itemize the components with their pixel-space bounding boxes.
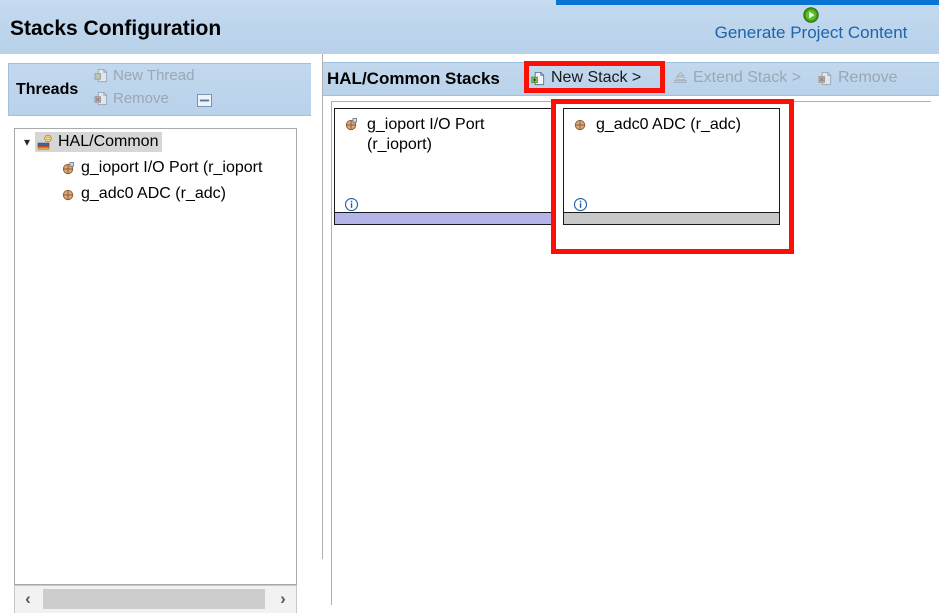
- remove-stack-label: Remove: [838, 69, 898, 86]
- module-icon: [574, 119, 586, 131]
- tree-item-hal-common-label: HAL/Common: [58, 133, 159, 150]
- module-icon: [62, 189, 74, 200]
- remove-thread-label: Remove: [113, 90, 169, 107]
- extend-stack-label: Extend Stack >: [693, 69, 802, 86]
- scroll-left-arrow-icon[interactable]: ‹: [17, 586, 39, 612]
- stacks-canvas[interactable]: g_ioport I/O Port (r_ioport) g_adc0 ADC …: [331, 101, 931, 605]
- generate-project-content-link[interactable]: Generate Project Content: [696, 23, 926, 43]
- chevron-down-icon[interactable]: ▾: [19, 134, 35, 150]
- tree-item-adc[interactable]: g_adc0 ADC (r_adc): [15, 181, 296, 207]
- stack-box-adc-footer: [564, 212, 779, 224]
- extend-stack-button[interactable]: Extend Stack >: [673, 69, 801, 87]
- scrollbar-thumb[interactable]: [43, 589, 265, 609]
- info-icon[interactable]: [573, 197, 588, 212]
- tree-item-ioport-label: g_ioport I/O Port (r_ioport: [81, 159, 263, 176]
- threads-label: Threads: [16, 81, 79, 98]
- stack-box-ioport-title: g_ioport I/O Port (r_ioport): [367, 116, 485, 153]
- new-stack-button[interactable]: New Stack >: [531, 69, 641, 87]
- generate-project-content-action[interactable]: Generate Project Content: [696, 7, 926, 43]
- new-stack-icon: [531, 71, 545, 85]
- tree-item-ioport[interactable]: g_ioport I/O Port (r_ioport: [15, 155, 296, 181]
- tree-item-adc-label: g_adc0 ADC (r_adc): [81, 185, 226, 202]
- stack-box-adc[interactable]: g_adc0 ADC (r_adc): [563, 108, 780, 225]
- module-icon: [62, 161, 75, 174]
- stack-box-ioport[interactable]: g_ioport I/O Port (r_ioport): [334, 108, 552, 225]
- new-stack-label: New Stack >: [551, 69, 642, 86]
- remove-thread-button[interactable]: Remove: [94, 90, 169, 107]
- page-title: Stacks Configuration: [10, 17, 222, 40]
- stacks-panel: HAL/Common Stacks New Stack > Extend Sta…: [323, 54, 939, 605]
- hal-common-icon: [37, 134, 52, 150]
- threads-toolbar: Threads New Thread Remove: [8, 63, 311, 116]
- extend-stack-icon: [674, 71, 687, 83]
- info-icon[interactable]: [344, 197, 359, 212]
- tree-item-hal-common[interactable]: ▾ HAL/Common: [15, 129, 296, 155]
- threads-panel: Threads New Thread Remove ▾ HAL/Common g…: [0, 54, 311, 613]
- stack-box-adc-title: g_adc0 ADC (r_adc): [596, 116, 741, 133]
- remove-stack-button[interactable]: Remove: [818, 69, 898, 87]
- stack-box-ioport-footer: [335, 212, 551, 224]
- stacks-panel-title: HAL/Common Stacks: [327, 69, 500, 88]
- new-thread-label: New Thread: [113, 67, 195, 84]
- green-play-icon: [803, 7, 819, 23]
- threads-tree-horizontal-scrollbar[interactable]: ‹ ›: [14, 585, 297, 613]
- scroll-right-arrow-icon[interactable]: ›: [272, 586, 294, 612]
- stacks-toolbar: HAL/Common Stacks New Stack > Extend Sta…: [323, 62, 939, 96]
- collapse-all-icon[interactable]: [197, 94, 212, 107]
- remove-stack-icon: [818, 71, 832, 85]
- threads-tree[interactable]: ▾ HAL/Common g_ioport I/O Port (r_ioport: [14, 128, 297, 585]
- new-page-icon: [94, 68, 108, 83]
- new-thread-button[interactable]: New Thread: [94, 67, 194, 84]
- page-header: Stacks Configuration Generate Project Co…: [0, 5, 939, 54]
- module-icon: [345, 118, 358, 131]
- remove-page-icon: [94, 91, 108, 106]
